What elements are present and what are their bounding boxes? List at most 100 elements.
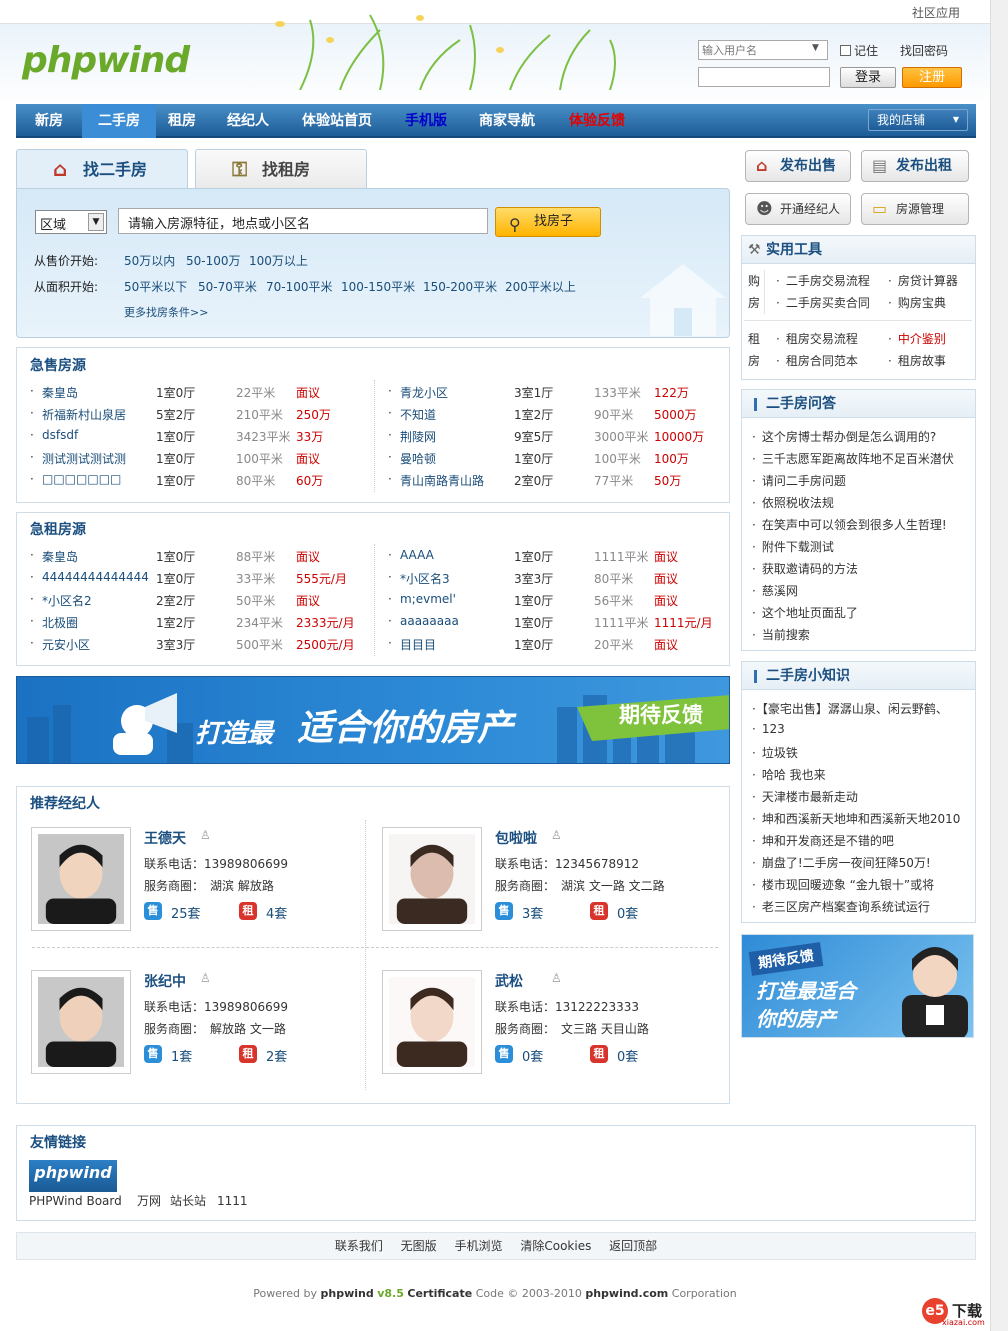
sidebar-article-link[interactable]: 当前搜索 xyxy=(752,626,810,643)
sidebar-article-link[interactable]: 这个房博士帮办倒是怎么调用的? xyxy=(752,428,936,445)
nav-item-new-house[interactable]: 新房 xyxy=(16,104,82,138)
listing-name-link[interactable]: 北极圈 xyxy=(42,614,78,631)
agent-photo[interactable] xyxy=(382,827,482,931)
powered-brand[interactable]: phpwind xyxy=(321,1287,374,1300)
sidebar-article-link[interactable]: 三千志愿军距离故阵地不足百米潜伏 xyxy=(752,450,954,467)
tool-link[interactable]: 购房宝典 xyxy=(888,294,946,311)
listing-name-link[interactable]: 曼哈顿 xyxy=(400,450,436,467)
sidebar-article-link[interactable]: 坤和西溪新天地坤和西溪新天地2010 xyxy=(752,810,961,827)
chevron-down-icon[interactable]: ▼ xyxy=(812,43,819,53)
agent-rent-count-link[interactable]: 0套 xyxy=(617,903,638,922)
sidebar-article-link[interactable]: 这个地址页面乱了 xyxy=(752,604,858,621)
listing-name-link[interactable]: dsfsdf xyxy=(42,428,78,442)
sidebar-article-link[interactable]: 垃圾铁 xyxy=(752,744,798,761)
area-option[interactable]: 100-150平米 xyxy=(341,278,415,295)
keyword-input[interactable]: 请输入房源特征，地点或小区名 xyxy=(118,208,488,234)
listing-name-link[interactable]: 荆陵网 xyxy=(400,428,436,445)
tab-rent[interactable]: ⚿ 找租房 xyxy=(195,149,367,189)
agent-sale-count-link[interactable]: 25套 xyxy=(171,903,201,922)
sidebar-article-link[interactable]: 哈哈 我也来 xyxy=(752,766,826,783)
side-ad-banner[interactable]: 期待反馈 打造最适合 你的房产 xyxy=(741,934,974,1038)
password-field[interactable] xyxy=(698,67,830,87)
price-option[interactable]: 50万以内 xyxy=(124,252,175,269)
footer-link-clear-cookies[interactable]: 清除Cookies xyxy=(520,1239,591,1253)
footer-link-text-only[interactable]: 无图版 xyxy=(401,1239,437,1253)
price-option[interactable]: 100万以上 xyxy=(249,252,308,269)
nav-item-demo-home[interactable]: 体验站首页 xyxy=(294,104,380,138)
listing-name-link[interactable]: 秦皇岛 xyxy=(42,384,78,401)
agent-rent-count-link[interactable]: 4套 xyxy=(266,903,287,922)
publish-rent-button[interactable]: ▤ 发布出租 xyxy=(861,150,969,182)
agent-rent-count-link[interactable]: 0套 xyxy=(617,1046,638,1065)
powered-certificate[interactable]: Certificate xyxy=(407,1287,472,1300)
nav-item-mobile[interactable]: 手机版 xyxy=(394,104,458,138)
listing-name-link[interactable]: □□□□□□□ xyxy=(42,472,121,486)
community-apps-link[interactable]: 社区应用 xyxy=(912,4,960,21)
agent-rent-count-link[interactable]: 2套 xyxy=(266,1046,287,1065)
listing-name-link[interactable]: AAAA xyxy=(400,548,434,562)
nav-item-merchant-nav[interactable]: 商家导航 xyxy=(470,104,544,138)
agent-photo[interactable] xyxy=(31,970,131,1074)
tool-link[interactable]: 二手房交易流程 xyxy=(776,272,870,289)
sidebar-article-link[interactable]: 【豪宅出售】潺潺山泉、闲云野鹤、 xyxy=(752,700,948,717)
sidebar-article-link[interactable]: 楼市现回暖迹象 “金九银十”或将 xyxy=(752,876,934,893)
sidebar-article-link[interactable]: 依照税收法规 xyxy=(752,494,834,511)
sidebar-article-link[interactable]: 天津楼市最新走动 xyxy=(752,788,858,805)
sidebar-article-link[interactable]: 在笑声中可以领会到很多人生哲理! xyxy=(752,516,947,533)
my-shop-dropdown[interactable]: 我的店铺 ▼ xyxy=(868,109,968,131)
nav-item-feedback[interactable]: 体验反馈 xyxy=(560,104,634,138)
sidebar-article-link[interactable]: 崩盘了!二手房一夜间狂降50万! xyxy=(752,854,931,871)
footer-link-contact[interactable]: 联系我们 xyxy=(335,1239,383,1253)
powered-site[interactable]: phpwind.com xyxy=(585,1287,668,1300)
tool-link[interactable]: 租房交易流程 xyxy=(776,330,858,347)
friend-link[interactable]: PHPWind Board xyxy=(29,1194,122,1208)
remember-me-checkbox[interactable]: 记住 xyxy=(840,42,878,59)
sidebar-article-link[interactable]: 123 xyxy=(752,722,785,736)
login-button[interactable]: 登录 xyxy=(840,67,896,88)
friend-link[interactable]: 站长站 xyxy=(170,1192,206,1209)
phpwind-logo[interactable]: phpwind xyxy=(22,40,190,81)
area-option[interactable]: 70-100平米 xyxy=(266,278,333,295)
area-option[interactable]: 150-200平米 xyxy=(423,278,497,295)
scrollbar[interactable] xyxy=(990,0,1008,1331)
listing-name-link[interactable]: *小区名2 xyxy=(42,592,92,609)
agent-name-link[interactable]: 包啦啦 xyxy=(495,828,537,848)
listing-name-link[interactable]: 44444444444444 xyxy=(42,570,149,584)
chevron-down-icon[interactable]: ▼ xyxy=(88,213,104,231)
listing-name-link[interactable]: aaaaaaaa xyxy=(400,614,459,628)
open-agent-button[interactable]: ☻ 开通经纪人 xyxy=(745,193,851,225)
nav-item-rent[interactable]: 租房 xyxy=(156,104,208,138)
listing-name-link[interactable]: 秦皇岛 xyxy=(42,548,78,565)
register-button[interactable]: 注册 xyxy=(902,67,962,88)
listing-name-link[interactable]: 青龙小区 xyxy=(400,384,448,401)
footer-link-back-top[interactable]: 返回顶部 xyxy=(609,1239,657,1253)
phpwind-link-logo[interactable]: phpwind xyxy=(29,1160,117,1192)
agent-name-link[interactable]: 王德天 xyxy=(144,828,186,848)
listing-name-link[interactable]: 元安小区 xyxy=(42,636,90,653)
listing-name-link[interactable]: 测试测试测试测 xyxy=(42,450,126,467)
agent-sale-count-link[interactable]: 3套 xyxy=(522,903,543,922)
tool-link[interactable]: 租房合同范本 xyxy=(776,352,858,369)
listing-name-link[interactable]: 青山南路青山路 xyxy=(400,472,484,489)
tool-link[interactable]: 房贷计算器 xyxy=(888,272,958,289)
friend-link[interactable]: 1111 xyxy=(217,1194,248,1208)
listing-name-link[interactable]: 不知道 xyxy=(400,406,436,423)
nav-item-agents[interactable]: 经纪人 xyxy=(216,104,280,138)
sidebar-article-link[interactable]: 附件下载测试 xyxy=(752,538,834,555)
listing-name-link[interactable]: m;evmel' xyxy=(400,592,456,606)
friend-link[interactable]: 万网 xyxy=(137,1192,161,1209)
more-conditions-link[interactable]: 更多找房条件>> xyxy=(124,304,208,320)
agent-name-link[interactable]: 张纪中 xyxy=(144,971,186,991)
sidebar-article-link[interactable]: 慈溪网 xyxy=(752,582,798,599)
price-option[interactable]: 50-100万 xyxy=(186,252,241,269)
tool-link[interactable]: 中介鉴别 xyxy=(888,330,946,347)
sidebar-article-link[interactable]: 老三区房产档案查询系统试运行 xyxy=(752,898,930,915)
promo-banner[interactable]: 打造最 适合你的房产 期待反馈 xyxy=(16,676,730,764)
agent-photo[interactable] xyxy=(382,970,482,1074)
listing-management-button[interactable]: ▭ 房源管理 xyxy=(861,193,969,225)
tab-second-hand[interactable]: ⌂ 找二手房 xyxy=(16,149,188,189)
footer-link-mobile[interactable]: 手机浏览 xyxy=(455,1239,503,1253)
find-password-link[interactable]: 找回密码 xyxy=(900,42,948,59)
listing-name-link[interactable]: 目目目 xyxy=(400,636,436,653)
agent-photo[interactable] xyxy=(31,827,131,931)
